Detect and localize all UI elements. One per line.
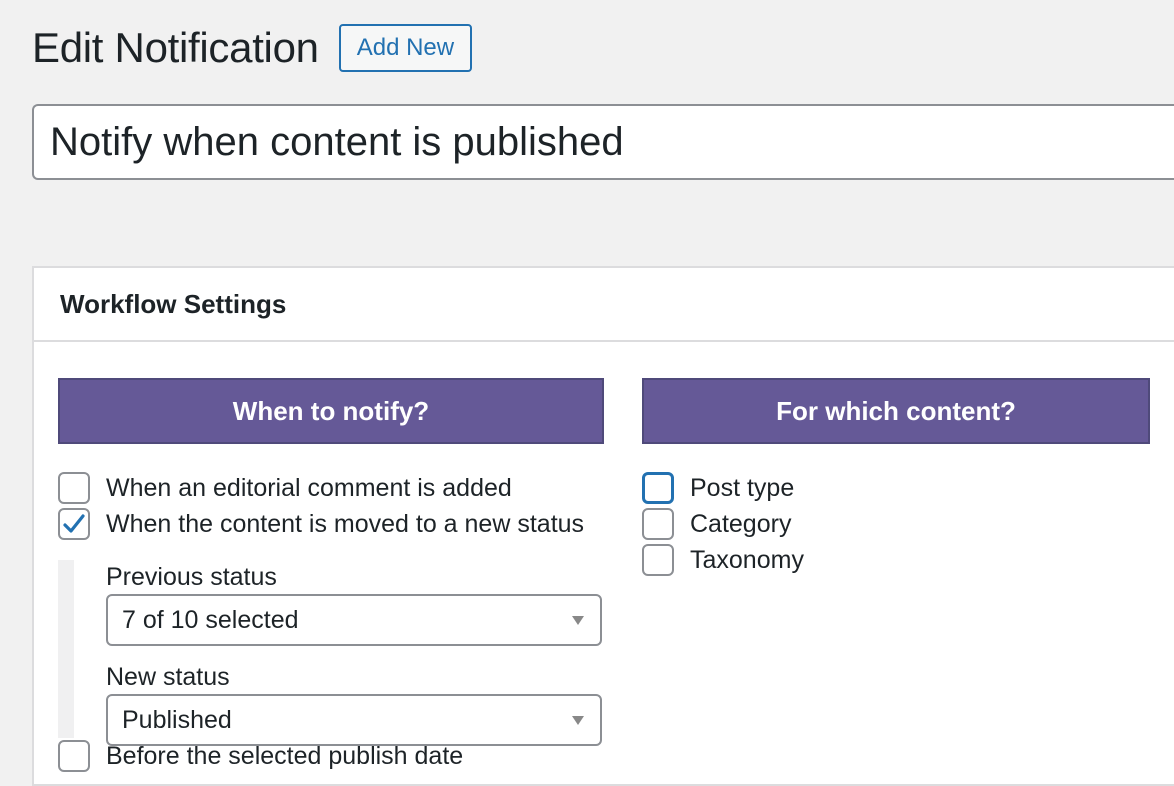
page-header: Edit Notification Add New bbox=[32, 22, 473, 74]
new-status-select[interactable]: Published bbox=[106, 694, 602, 746]
post-type-checkbox[interactable] bbox=[642, 472, 674, 504]
for-which-content-column: For which content? Post type Category Ta… bbox=[642, 378, 1150, 578]
previous-status-select[interactable]: 7 of 10 selected bbox=[106, 594, 602, 646]
chevron-down-icon bbox=[572, 716, 584, 725]
page-title: Edit Notification bbox=[32, 24, 319, 71]
category-label: Category bbox=[690, 509, 792, 538]
for-which-content-heading: For which content? bbox=[642, 378, 1150, 444]
notification-title-input[interactable] bbox=[32, 104, 1174, 180]
when-to-notify-column: When to notify? When an editorial commen… bbox=[58, 378, 604, 774]
workflow-settings-box: Workflow Settings When to notify? When a… bbox=[32, 266, 1174, 786]
previous-status-label: Previous status bbox=[106, 563, 277, 591]
taxonomy-checkbox[interactable] bbox=[642, 544, 674, 576]
status-panel-indent-bar bbox=[58, 560, 74, 738]
when-to-notify-heading: When to notify? bbox=[58, 378, 604, 444]
workflow-settings-title: Workflow Settings bbox=[60, 288, 287, 319]
new-status-value: Published bbox=[122, 705, 232, 734]
new-status-label: New status bbox=[106, 663, 230, 691]
before-publish-date-checkbox[interactable] bbox=[58, 740, 90, 772]
option-taxonomy[interactable]: Taxonomy bbox=[642, 542, 1150, 578]
taxonomy-label: Taxonomy bbox=[690, 545, 804, 574]
option-post-type[interactable]: Post type bbox=[642, 470, 1150, 506]
category-checkbox[interactable] bbox=[642, 508, 674, 540]
status-change-label: When the content is moved to a new statu… bbox=[106, 509, 585, 538]
editorial-comment-checkbox[interactable] bbox=[58, 472, 90, 504]
status-change-checkbox[interactable] bbox=[58, 508, 90, 540]
status-change-panel: Previous status 7 of 10 selected New sta… bbox=[58, 560, 604, 746]
option-status-change[interactable]: When the content is moved to a new statu… bbox=[58, 506, 604, 542]
chevron-down-icon bbox=[572, 616, 584, 625]
add-new-button[interactable]: Add New bbox=[338, 24, 473, 72]
checkmark-icon bbox=[63, 514, 85, 533]
option-editorial-comment[interactable]: When an editorial comment is added bbox=[58, 470, 604, 506]
workflow-settings-header[interactable]: Workflow Settings bbox=[34, 268, 1174, 342]
option-category[interactable]: Category bbox=[642, 506, 1150, 542]
post-type-label: Post type bbox=[690, 473, 795, 502]
previous-status-value: 7 of 10 selected bbox=[122, 605, 299, 634]
editorial-comment-label: When an editorial comment is added bbox=[106, 473, 512, 502]
